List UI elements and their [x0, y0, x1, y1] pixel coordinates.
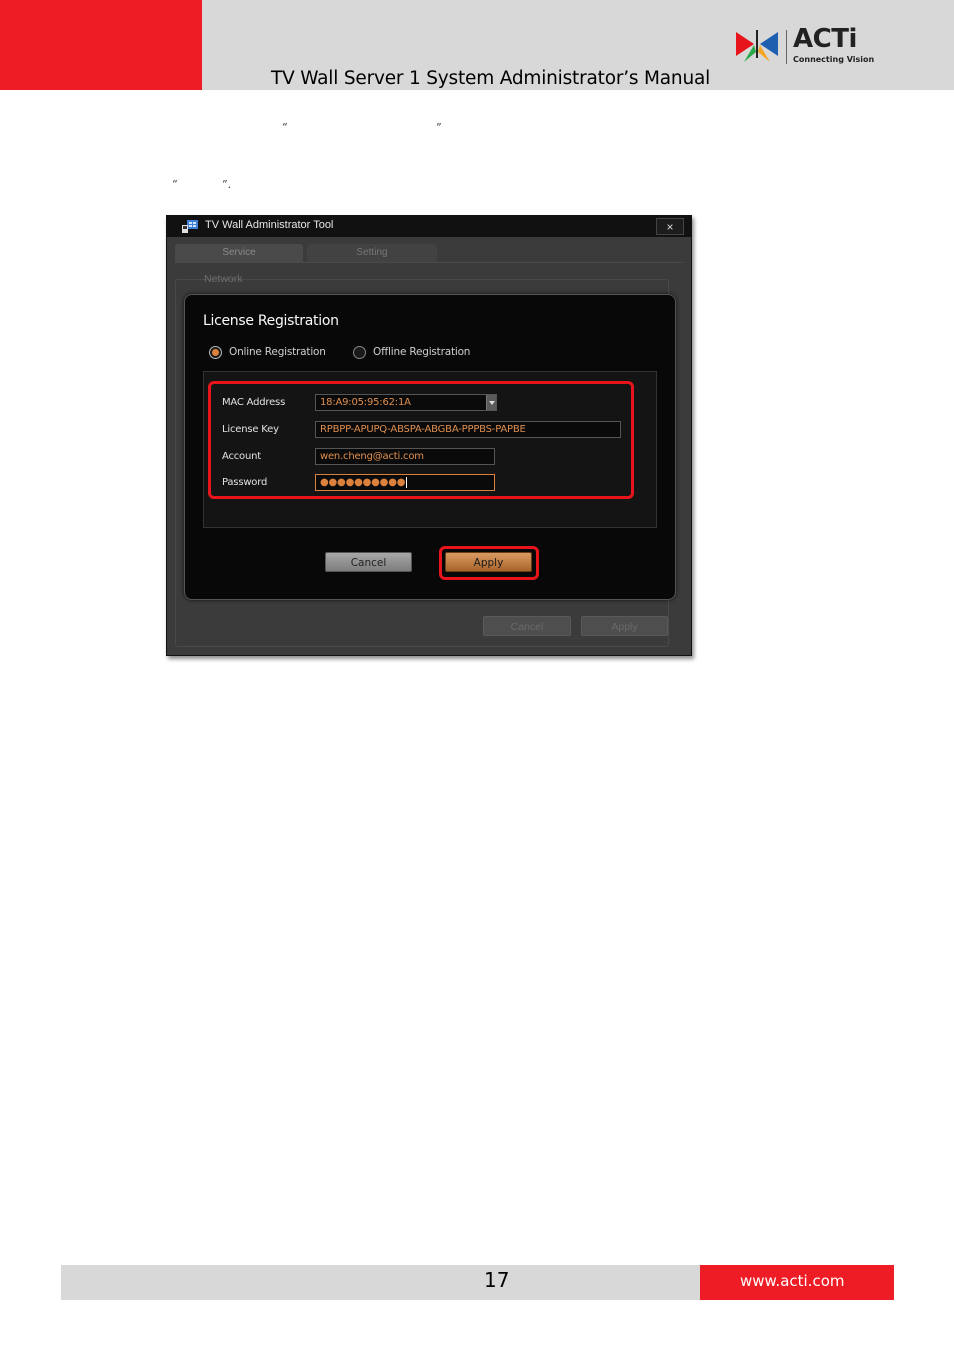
- quote-close-1: ”: [436, 121, 442, 134]
- page-number: 17: [484, 1268, 510, 1292]
- cancel-button[interactable]: Cancel: [325, 552, 412, 572]
- tab-setting[interactable]: Setting: [307, 244, 437, 262]
- background-apply-button[interactable]: Apply: [581, 616, 668, 636]
- window-title: TV Wall Administrator Tool: [205, 219, 334, 231]
- background-cancel-button[interactable]: Cancel: [483, 616, 571, 636]
- online-registration-label[interactable]: Online Registration: [229, 346, 326, 358]
- tab-divider: [175, 262, 683, 263]
- online-registration-radio[interactable]: [209, 346, 222, 359]
- logo-tagline: Connecting Vision: [793, 55, 875, 64]
- acti-butterfly-logo-icon: [736, 30, 778, 62]
- website-link[interactable]: www.acti.com: [740, 1272, 845, 1290]
- logo-separator: [786, 30, 787, 64]
- dialog-title: License Registration: [203, 313, 339, 329]
- quote-open-1: “: [282, 121, 288, 134]
- admin-tool-window: TV Wall Administrator Tool × Service Set…: [166, 215, 692, 656]
- license-registration-dialog: License Registration Online Registration…: [184, 294, 676, 600]
- quote-close-2: ”.: [222, 178, 232, 191]
- window-titlebar[interactable]: TV Wall Administrator Tool ×: [167, 216, 691, 237]
- close-button[interactable]: ×: [656, 218, 684, 235]
- manual-title: TV Wall Server 1 System Administrator’s …: [271, 68, 711, 89]
- tab-service[interactable]: Service: [175, 244, 303, 262]
- acti-logo: ACTi Connecting Vision: [734, 24, 874, 68]
- network-group-label: Network: [204, 273, 243, 285]
- footer-gray-band: [61, 1265, 700, 1300]
- offline-registration-radio[interactable]: [353, 346, 366, 359]
- apply-highlight-box: [439, 546, 539, 580]
- offline-registration-label[interactable]: Offline Registration: [373, 346, 470, 358]
- header-red-block: [0, 0, 202, 90]
- app-window-icon: [182, 220, 198, 233]
- fields-highlight-box: [208, 381, 634, 499]
- logo-name: ACTi: [793, 24, 857, 54]
- quote-open-2: “: [172, 178, 178, 191]
